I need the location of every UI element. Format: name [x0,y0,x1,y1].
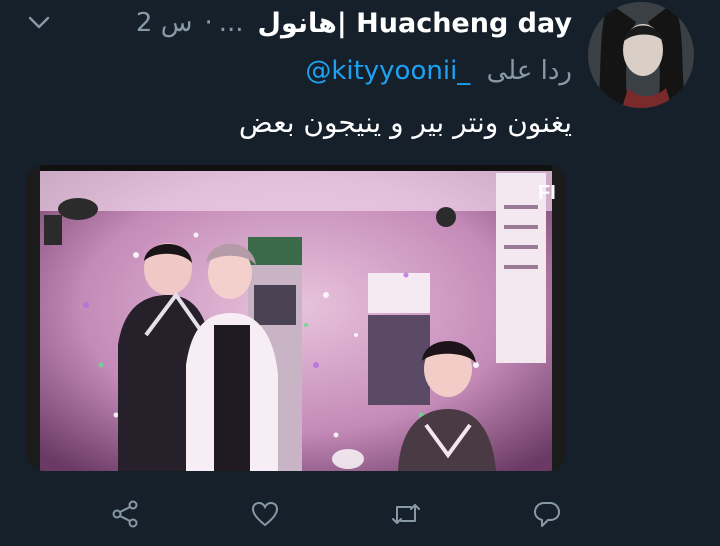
tweet-header: 2 س · ... هانول| Huacheng day [136,6,572,40]
tweet-media-image[interactable]: FI [26,165,566,471]
timestamp[interactable]: 2 س [136,8,193,38]
avatar[interactable] [588,2,694,108]
share-icon[interactable] [103,492,147,536]
reply-icon[interactable] [525,492,569,536]
like-icon[interactable] [243,492,287,536]
retweet-icon[interactable] [384,492,428,536]
tweet-text: يغنون ونتر بير و ينيجون بعض [238,106,572,139]
name-ellipsis: ... [218,8,244,38]
reply-handle-link[interactable]: @kityyoonii_ [305,56,470,86]
watermark-logo: FI [538,182,556,204]
reply-context: @kityyoonii_ ردا على [305,56,572,86]
reply-label: ردا على [486,56,572,86]
separator-dot: · [204,8,213,38]
chevron-down-icon[interactable] [26,10,52,36]
tweet-actions [0,492,720,536]
display-name[interactable]: هانول| Huacheng day [258,8,572,39]
